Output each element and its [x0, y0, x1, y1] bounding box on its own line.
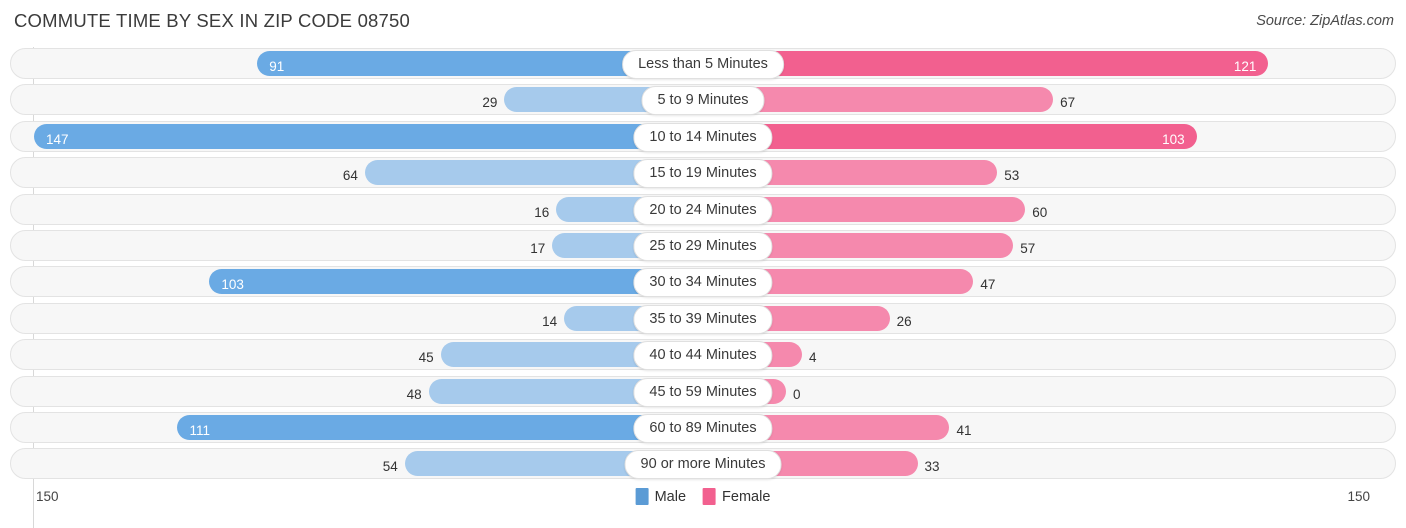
category-label: 10 to 14 Minutes: [633, 122, 773, 152]
female-value-label: 103: [1162, 131, 1185, 147]
chart-row: 48 0 45 to 59 Minutes: [10, 375, 1396, 407]
female-value-label: 4: [808, 350, 817, 366]
male-bar: 103: [209, 269, 703, 295]
page-title: COMMUTE TIME BY SEX IN ZIP CODE 08750: [14, 10, 411, 31]
category-label: 45 to 59 Minutes: [633, 377, 773, 407]
category-label: 60 to 89 Minutes: [633, 414, 773, 443]
male-bar: 111: [177, 415, 703, 440]
category-label: 90 or more Minutes: [624, 450, 782, 480]
male-value-label: 54: [382, 459, 398, 475]
chart-header: COMMUTE TIME BY SEX IN ZIP CODE 08750 So…: [0, 0, 1406, 44]
male-value-label: 17: [530, 241, 546, 256]
category-label: 40 to 44 Minutes: [633, 341, 773, 371]
male-value-label: 45: [418, 350, 434, 366]
axis-max-left: 150: [36, 489, 59, 504]
female-value-label: 67: [1060, 95, 1076, 111]
chart-row: 103 47 30 to 34 Minutes: [10, 266, 1396, 298]
female-value-label: 57: [1020, 241, 1036, 256]
female-value-label: 26: [896, 313, 912, 329]
axis-max-right: 150: [1347, 489, 1370, 504]
male-value-label: 14: [542, 313, 558, 329]
category-label: 15 to 19 Minutes: [633, 159, 773, 189]
chart-row: 54 33 90 or more Minutes: [10, 448, 1396, 480]
chart-row: 14 26 35 to 39 Minutes: [10, 302, 1396, 334]
male-value-label: 103: [221, 277, 244, 293]
female-value-label: 121: [1233, 59, 1257, 74]
male-value-label: 147: [45, 131, 69, 147]
female-value-label: 0: [793, 386, 801, 402]
female-value-label: 53: [1004, 168, 1020, 184]
chart-row: 17 57 25 to 29 Minutes: [10, 230, 1396, 261]
chart-row: 45 4 40 to 44 Minutes: [10, 339, 1396, 371]
chart-plot-area: 91 121 Less than 5 Minutes 29 67 5 to 9 Minut…: [0, 44, 1406, 528]
legend-label: Female: [722, 488, 771, 505]
chart-row: 147 103 10 to 14 Minutes: [10, 120, 1396, 152]
legend-label: Male: [654, 488, 687, 505]
male-value-label: 64: [342, 168, 358, 184]
female-value-label: 33: [924, 459, 940, 475]
male-value-label: 91: [269, 59, 285, 74]
female-value-label: 47: [980, 277, 996, 293]
legend-item: Male: [635, 488, 687, 505]
legend-swatch-icon: [703, 488, 717, 505]
female-value-label: 60: [1032, 204, 1048, 220]
chart-row: 64 53 15 to 19 Minutes: [10, 157, 1396, 189]
male-value-label: 16: [534, 204, 550, 220]
male-bar: 147: [33, 123, 703, 149]
male-value-label: 29: [482, 95, 498, 111]
source-attribution: Source: ZipAtlas.com: [1256, 13, 1394, 29]
chart-legend: Male Female: [635, 488, 770, 505]
female-bar: 121: [703, 51, 1269, 76]
category-label: 25 to 29 Minutes: [633, 232, 773, 261]
chart-row: 91 121 Less than 5 Minutes: [10, 48, 1396, 79]
legend-swatch-icon: [635, 488, 649, 505]
category-label: 20 to 24 Minutes: [633, 195, 773, 225]
chart-row: 29 67 5 to 9 Minutes: [10, 84, 1396, 116]
chart-footer: 150 150 Male Female: [0, 481, 1406, 523]
legend-item: Female: [703, 488, 770, 505]
category-label: 30 to 34 Minutes: [633, 268, 773, 298]
chart-row: 111 41 60 to 89 Minutes: [10, 412, 1396, 443]
female-value-label: 41: [956, 423, 972, 438]
category-label: 35 to 39 Minutes: [633, 304, 773, 334]
category-label: Less than 5 Minutes: [622, 50, 784, 79]
female-bar: 103: [703, 123, 1197, 149]
male-value-label: 48: [406, 386, 422, 402]
male-value-label: 111: [189, 423, 211, 438]
category-label: 5 to 9 Minutes: [641, 86, 765, 116]
chart-row: 16 60 20 to 24 Minutes: [10, 193, 1396, 225]
